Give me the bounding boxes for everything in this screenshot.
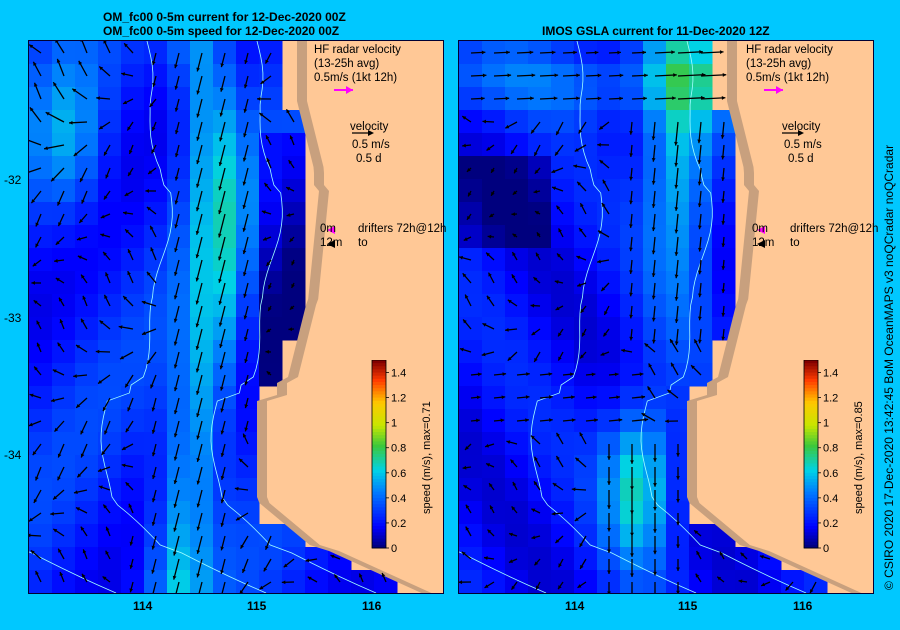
colorbar-tick-label: 1.4 [823, 368, 838, 380]
colorbar-tick-label: 0.8 [391, 443, 406, 455]
colorbar-tick-label: 0.2 [823, 518, 838, 530]
colorbar-tick-label: 1 [391, 418, 397, 430]
colorbar-tick-label: 0.2 [391, 518, 406, 530]
colorbar-tick-label: 0.4 [391, 493, 406, 505]
hf-radar-title: HF radar velocity [746, 44, 833, 56]
colorbar-tick-label: 0.6 [823, 468, 838, 480]
hf-radar-avg: (13-25h avg) [746, 58, 812, 70]
y-tick-label: -33 [4, 311, 22, 325]
drifter-12m-label: 12m [752, 237, 775, 249]
colorbar-tick-label: 0.4 [823, 493, 838, 505]
colorbar-tick-label: 1.4 [391, 368, 406, 380]
y-tick-label: -32 [4, 173, 22, 187]
colorbar-tick-label: 1.2 [391, 393, 406, 405]
drifter-0m-label: 0m [320, 223, 336, 235]
velocity-time: 0.5 d [788, 153, 814, 165]
credit-text: © CSIRO 2020 17-Dec-2020 13:42:45 BoM Oc… [880, 90, 898, 590]
x-tick-label: 115 [247, 599, 267, 613]
y-tick-label: -34 [4, 448, 22, 462]
colorbar-title: speed (m/s), max=0.71 [421, 401, 433, 514]
x-tick-label: 116 [793, 599, 813, 613]
right-colorbar: 1.4 1.2 1 0.8 0.6 0.4 0.2 0 speed (m/s), max=0.8… [800, 359, 870, 565]
velocity-arrow [29, 534, 42, 537]
colorbar-tick-label: 0 [823, 543, 829, 555]
x-tick-label: 115 [678, 599, 698, 613]
hf-radar-scale: 0.5m/s (1kt 12h) [314, 72, 398, 84]
velocity-speed: 0.5 m/s [784, 139, 822, 151]
colorbar-title: speed (m/s), max=0.85 [853, 401, 865, 514]
hf-radar-title: HF radar velocity [314, 44, 401, 56]
left-title-speed: OM_fc00 0-5m speed for 12-Dec-2020 00Z [103, 24, 340, 38]
velocity-label: velocity [350, 121, 389, 133]
drifter-label: drifters 72h@12h [358, 223, 447, 235]
drifter-to-label: to [790, 237, 800, 249]
velocity-label: velocity [782, 121, 821, 133]
velocity-time: 0.5 d [356, 153, 382, 165]
x-tick-label: 114 [133, 599, 153, 613]
colorbar-tick-label: 0 [391, 543, 397, 555]
x-tick-label: 114 [565, 599, 585, 613]
left-colorbar: 1.4 1.2 1 0.8 0.6 0.4 0.2 0 speed (m/s), max=0.7… [368, 359, 438, 565]
hf-radar-avg: (13-25h avg) [314, 58, 380, 70]
drifter-12m-label: 12m [320, 237, 343, 249]
drifter-0m-label: 0m [752, 223, 768, 235]
x-tick-label: 116 [362, 599, 382, 613]
colorbar-tick-label: 1.2 [823, 393, 838, 405]
velocity-speed: 0.5 m/s [352, 139, 390, 151]
right-title: IMOS GSLA current for 11-Dec-2020 12Z [542, 24, 770, 38]
drifter-to-label: to [358, 237, 368, 249]
colorbar-tick-label: 0.6 [391, 468, 406, 480]
left-title-current: OM_fc00 0-5m current for 12-Dec-2020 00Z [103, 10, 346, 24]
credit-label: © CSIRO 2020 17-Dec-2020 13:42:45 BoM Oc… [882, 144, 896, 590]
colorbar-tick-label: 0.8 [823, 443, 838, 455]
colorbar-tick-label: 1 [823, 418, 829, 430]
drifter-label: drifters 72h@12h [790, 223, 879, 235]
hf-radar-scale: 0.5m/s (1kt 12h) [746, 72, 830, 84]
